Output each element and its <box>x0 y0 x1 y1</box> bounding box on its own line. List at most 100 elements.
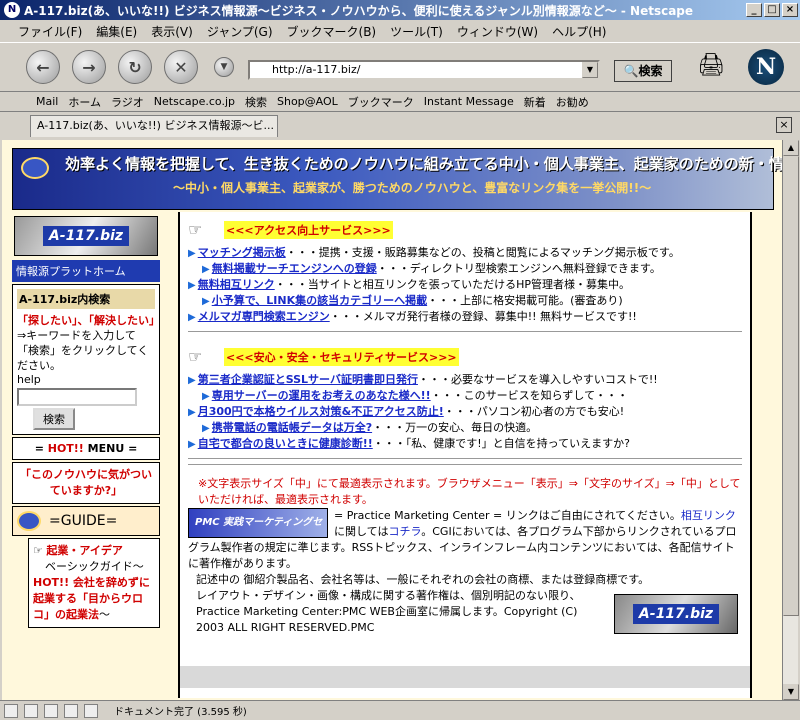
help-label[interactable]: help <box>17 373 155 386</box>
arrow-icon: ▶ <box>188 407 196 418</box>
menu-edit[interactable]: 編集(E) <box>96 23 137 40</box>
stop-button[interactable]: ✕ <box>164 50 198 84</box>
item-desc: ・・・パソコン初心者の方でも安心! <box>443 405 625 418</box>
phonebook-backup-link[interactable]: 携帯電話の電話帳データは万全? <box>212 420 372 435</box>
footer-band <box>180 666 750 688</box>
bookmark-search[interactable]: 検索 <box>245 94 267 110</box>
menu-help[interactable]: ヘルプ(H) <box>552 23 606 40</box>
vertical-scrollbar[interactable]: ▲ ▼ <box>782 140 799 700</box>
site-search-input[interactable] <box>17 388 137 406</box>
bookmark-shop[interactable]: Shop@AOL <box>277 95 338 108</box>
list-item: ▶ マッチング掲示板 ・・・提携・支援・販路募集などの、投稿と閲覧によるマッチング掲… <box>188 245 742 261</box>
menu-file[interactable]: ファイル(F) <box>18 23 82 40</box>
site-search-box: A-117.biz内検索 「探したい」、「解決したい」 ⇒キーワードを入力して「検… <box>12 284 160 435</box>
url-input[interactable]: http://a-117.biz/ ▼ <box>248 60 600 80</box>
mutual-link-inline[interactable]: 相互リンク <box>681 509 736 522</box>
hand-pointer-icon: ☞ <box>33 544 43 557</box>
notice-text: 「このノウハウに気がついていますか?」 <box>20 468 152 497</box>
divider <box>188 464 742 466</box>
back-button[interactable]: ← <box>26 50 60 84</box>
mailmag-search-link[interactable]: メルマガ専門検索エンジン <box>198 309 330 324</box>
pmc-text: に関しては <box>334 525 389 538</box>
virus-protection-link[interactable]: 月300円で本格ウイルス対策&不正アクセス防止! <box>198 404 444 419</box>
close-button[interactable]: × <box>782 3 798 17</box>
arrow-icon: ▶ <box>188 312 196 323</box>
link-category-listing-link[interactable]: 小予算で、LINK集の該当カテゴリーへ掲載 <box>212 293 427 308</box>
url-text: http://a-117.biz/ <box>272 63 361 76</box>
page-viewport: 効率よく情報を把握して、生き抜くためのノウハウに組み立てる中小・個人事業主、起業… <box>2 140 782 700</box>
bookmark-recommend[interactable]: お勧め <box>556 94 589 110</box>
list-item: ▶ 無料掲載サーチエンジンへの登録 ・・・ディレクトリ型検索エンジンへ無料登録できま… <box>188 261 742 277</box>
search-icon: 🔍 <box>623 64 639 78</box>
reload-icon: ↻ <box>128 57 142 77</box>
personal-toolbar: Mail ホーム ラジオ Netscape.co.jp 検索 Shop@AOL … <box>0 92 800 112</box>
search-button[interactable]: 🔍検索 <box>614 60 672 82</box>
sidebar-logo[interactable]: A-117.biz <box>14 216 158 256</box>
hot-badge: HOT!! <box>47 442 84 455</box>
forward-button[interactable]: → <box>72 50 106 84</box>
item-desc: ・・・「私、健康です!」と自信を持っていえますか? <box>372 437 630 450</box>
bookmark-new[interactable]: 新着 <box>524 94 546 110</box>
bookmark-mail[interactable]: Mail <box>36 95 58 108</box>
close-tab-button[interactable]: × <box>776 117 792 133</box>
arrow-icon: ▶ <box>202 423 210 434</box>
reload-button[interactable]: ↻ <box>118 50 152 84</box>
copyright-text: レイアウト・デザイン・画像・構成に関する著作権は、個別明記のない限り、Pract… <box>196 589 581 634</box>
aim-icon[interactable] <box>84 703 98 718</box>
scroll-up-icon[interactable]: ▲ <box>783 140 799 156</box>
bookmark-home[interactable]: ホーム <box>68 94 101 110</box>
arrow-icon: ▶ <box>188 439 196 450</box>
mail-icon[interactable] <box>24 703 38 718</box>
menu-bookmarks[interactable]: ブックマーク(B) <box>287 23 377 40</box>
status-text: ドキュメント完了 (3.595 秒) <box>114 707 247 718</box>
menu-window[interactable]: ウィンドウ(W) <box>457 23 538 40</box>
item-desc: ・・・上部に格安掲載可能。(審査あり) <box>427 294 623 307</box>
url-dropdown-icon[interactable]: ▼ <box>582 62 598 78</box>
pmc-intro: = Practice Marketing Center = リンクはご自由にされ… <box>334 509 681 522</box>
print-icon[interactable]: 🖨 <box>696 53 726 83</box>
search-prompt-red: 「探したい」、「解決したい」 <box>17 314 160 327</box>
divider <box>188 331 742 333</box>
navigation-toolbar: ← → ↻ ✕ ▼ http://a-117.biz/ ▼ 🔍検索 🖨 N <box>0 42 800 92</box>
back-icon: ← <box>36 57 50 77</box>
navigator-icon[interactable] <box>4 703 18 718</box>
basic-guide-label: ベーシックガイド～ <box>45 560 144 573</box>
guide-box[interactable]: =GUIDE= <box>12 506 160 536</box>
tab-a117[interactable]: A-117.biz(あ、いいな!!) ビジネス情報源～ビ... <box>30 115 278 137</box>
netscape-logo[interactable]: N <box>748 49 784 85</box>
menu-go[interactable]: ジャンプ(G) <box>207 23 273 40</box>
scroll-thumb[interactable] <box>783 156 799 616</box>
minimize-button[interactable]: _ <box>746 3 762 17</box>
startup-idea-title[interactable]: 起業・アイデア <box>46 544 122 557</box>
address-book-icon[interactable] <box>64 703 78 718</box>
sidebar-logo-text: A-117.biz <box>42 226 130 246</box>
health-check-link[interactable]: 自宅で都合の良いときに健康診断!! <box>198 436 373 451</box>
netscape-icon: N <box>4 2 20 18</box>
pmc-logo[interactable]: PMC 実践マーケティングセンター <box>188 508 328 556</box>
dedicated-server-link[interactable]: 専用サーバーの運用をお考えのあなた様へ!! <box>212 388 431 403</box>
scroll-down-icon[interactable]: ▼ <box>783 684 799 700</box>
bookmark-bookmarks[interactable]: ブックマーク <box>348 94 414 110</box>
go-dropdown-button[interactable]: ▼ <box>214 57 234 77</box>
startup-method-link[interactable]: HOT!! 会社を辞めずに起業する「目からウロコ」の起業法 <box>33 576 150 621</box>
notice-box[interactable]: 「このノウハウに気がついていますか?」 <box>12 462 160 504</box>
site-banner: 効率よく情報を把握して、生き抜くためのノウハウに組み立てる中小・個人事業主、起業… <box>12 148 782 210</box>
footer-section: ※文字表示サイズ「中」にて最適表示されます。ブラウザメニュー「表示」⇒「文字のサ… <box>180 476 750 640</box>
bookmark-radio[interactable]: ラジオ <box>111 94 144 110</box>
bookmark-instant-message[interactable]: Instant Message <box>424 95 514 108</box>
a117-logo[interactable]: A-117.biz <box>614 594 738 634</box>
composer-icon[interactable] <box>44 703 58 718</box>
menu-view[interactable]: 表示(V) <box>151 23 193 40</box>
ssl-cert-link[interactable]: 第三者企業認証とSSLサーバ証明書即日発行 <box>198 372 418 387</box>
here-link[interactable]: コチラ <box>388 525 421 538</box>
list-item: ▶ 無料相互リンク ・・・当サイトと相互リンクを張っていただけるHP管理者様・募集中… <box>188 277 742 293</box>
site-search-button[interactable]: 検索 <box>33 408 75 430</box>
copyright-block: PMC 実践マーケティングセンター = Practice Marketing C… <box>188 508 742 636</box>
access-section: ☞ <<<アクセス向上サービス>>> ▶ マッチング掲示板 ・・・提携・支援・販路募集… <box>180 212 750 343</box>
search-engine-register-link[interactable]: 無料掲載サーチエンジンへの登録 <box>212 261 377 276</box>
matching-board-link[interactable]: マッチング掲示板 <box>198 245 286 260</box>
menu-tools[interactable]: ツール(T) <box>390 23 443 40</box>
maximize-button[interactable]: □ <box>764 3 780 17</box>
bookmark-netscape[interactable]: Netscape.co.jp <box>154 95 235 108</box>
mutual-link-link[interactable]: 無料相互リンク <box>198 277 275 292</box>
